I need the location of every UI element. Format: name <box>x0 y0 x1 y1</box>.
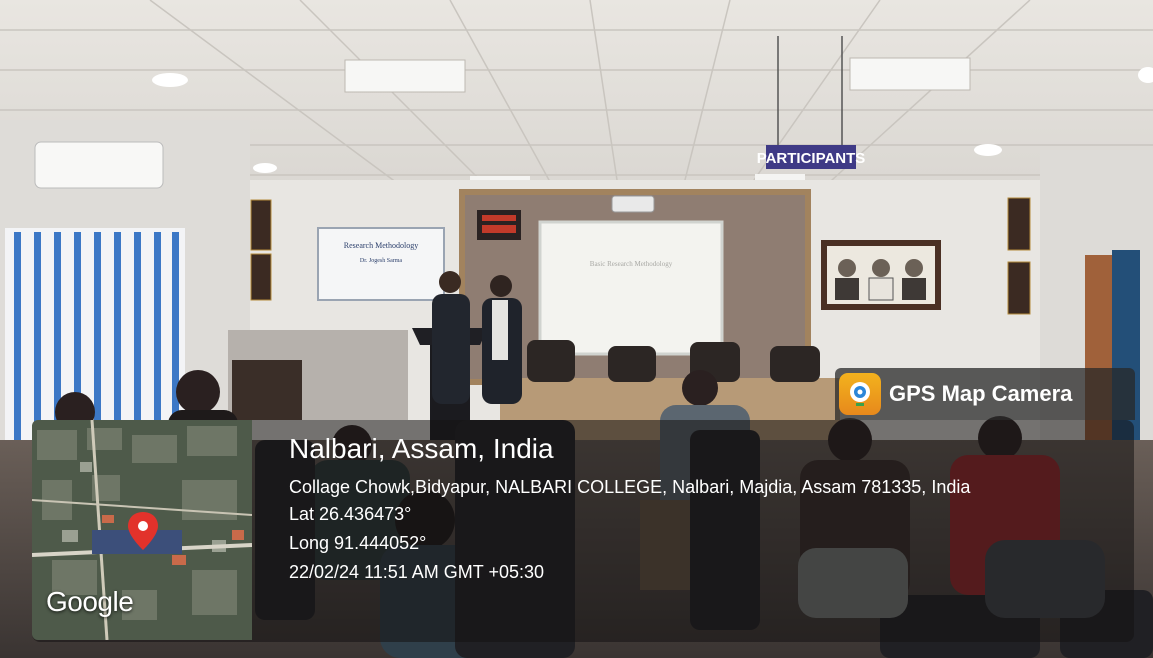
downlight <box>152 73 188 87</box>
timestamp: 22/02/24 11:51 AM GMT +05:30 <box>289 562 545 582</box>
location-info: Nalbari, Assam, India Collage Chowk,Bidy… <box>289 432 1119 585</box>
left-tv-screen <box>317 227 445 301</box>
right-screen-title: Basic Research Methodology <box>590 260 673 268</box>
longitude: Long 91.444052° <box>289 533 427 553</box>
air-conditioner <box>34 141 164 189</box>
location-title: Nalbari, Assam, India <box>289 433 554 464</box>
projector <box>611 195 655 213</box>
participants-sign-text: PARTICIPANTS <box>757 150 866 167</box>
ceiling-light <box>849 57 971 91</box>
google-logo: Google <box>46 586 134 617</box>
left-screen-title: Research Methodology <box>344 241 418 250</box>
wall-frame <box>250 253 272 301</box>
downlight <box>974 144 1002 156</box>
map-pin-icon <box>839 373 881 415</box>
app-name: GPS Map Camera <box>889 381 1073 406</box>
ceiling-light <box>344 59 466 93</box>
left-screen-subtitle: Dr. Jogesh Sarma <box>360 258 402 264</box>
wall-frame <box>250 199 272 251</box>
wall-frame <box>1007 197 1031 251</box>
wall-frame <box>1007 261 1031 315</box>
address: Collage Chowk,Bidyapur, NALBARI COLLEGE,… <box>289 477 971 497</box>
app-badge: GPS Map Camera <box>835 368 1135 420</box>
latitude: Lat 26.436473° <box>289 504 412 524</box>
projector-screen <box>538 220 724 356</box>
downlight <box>253 163 277 173</box>
